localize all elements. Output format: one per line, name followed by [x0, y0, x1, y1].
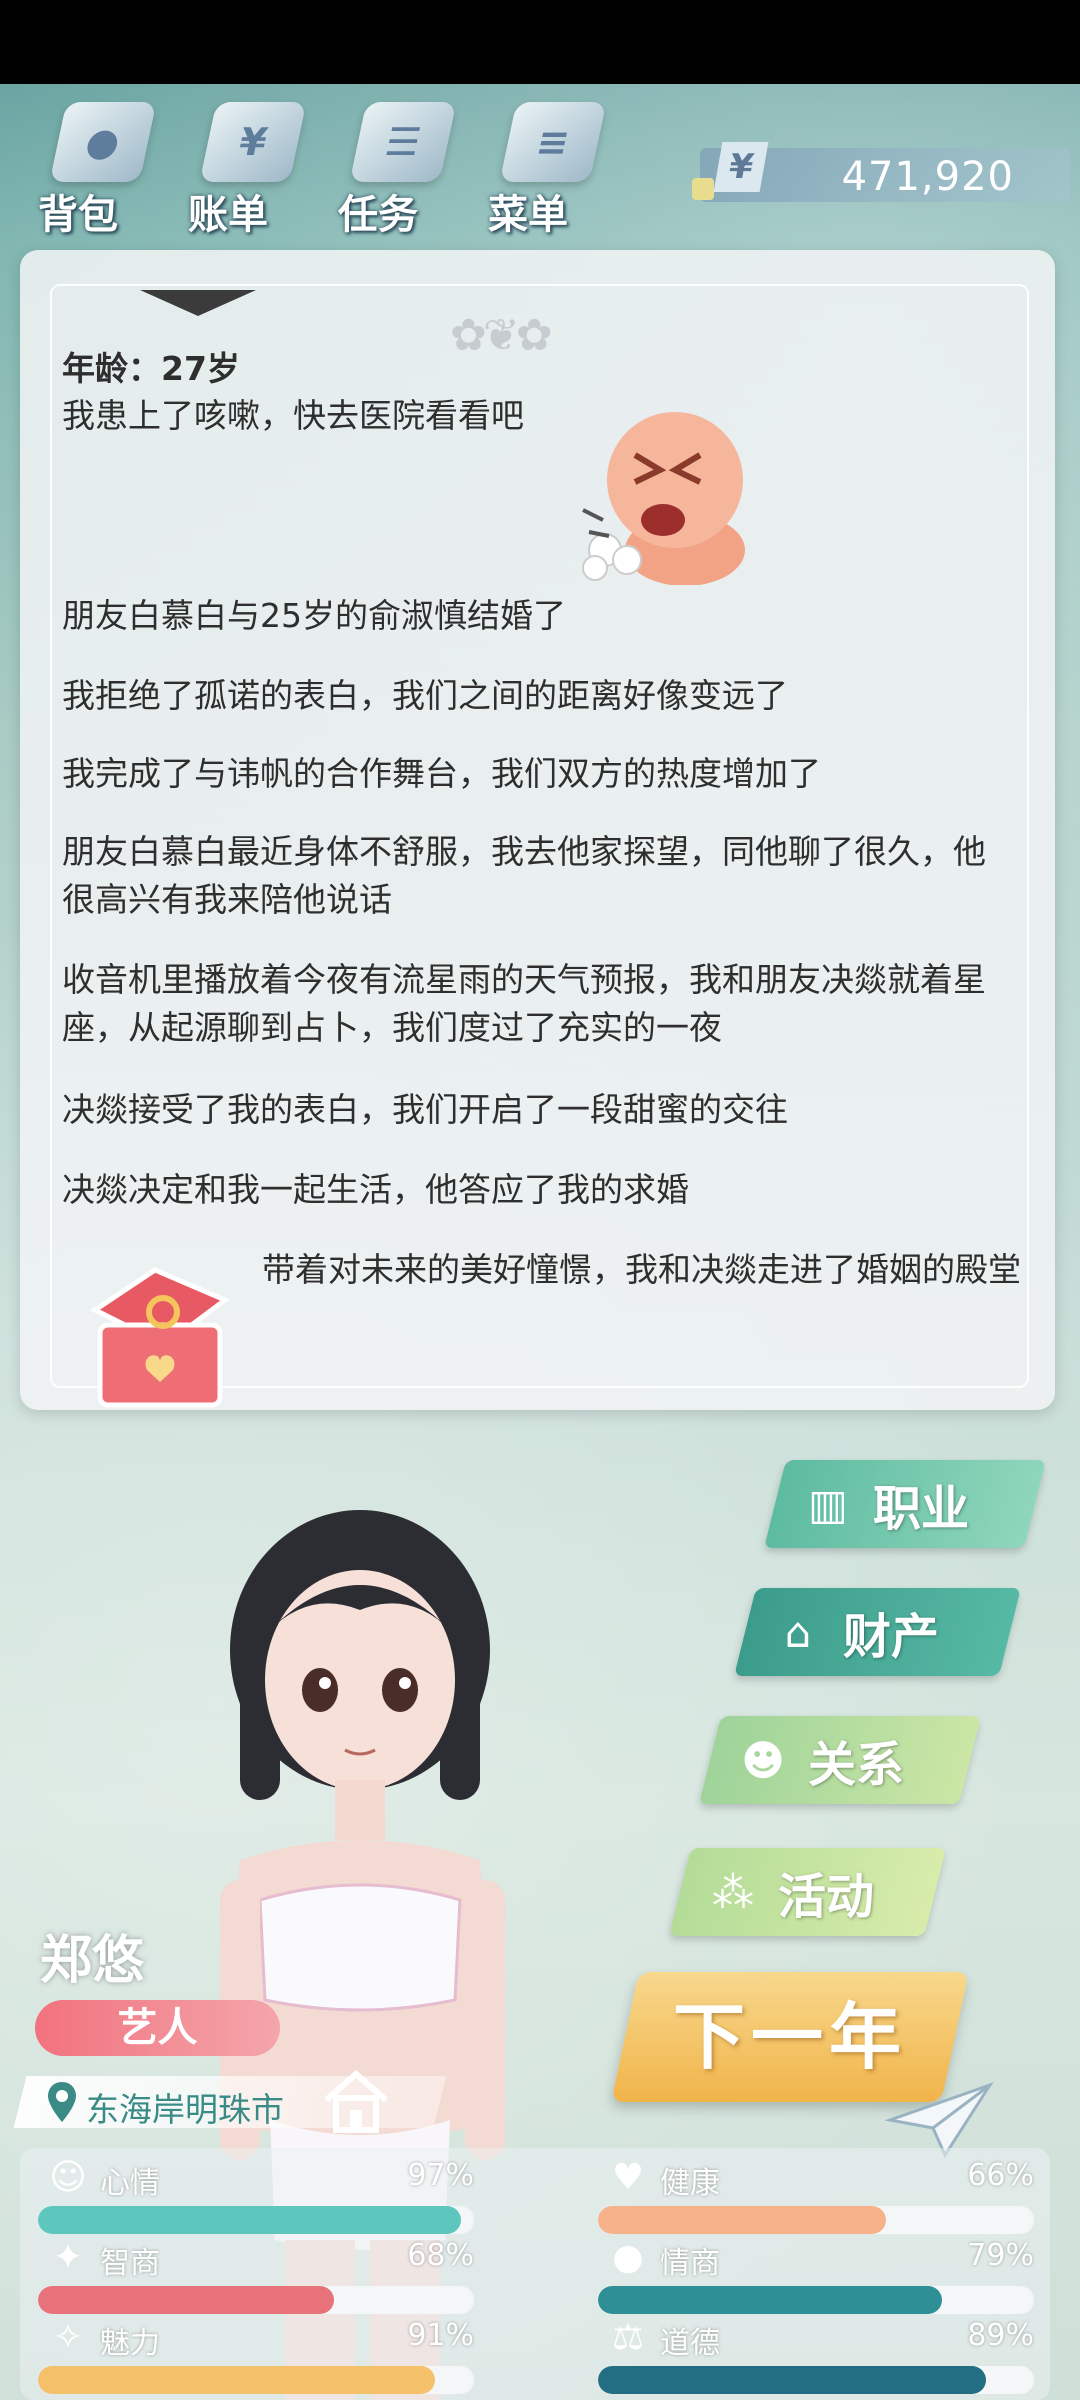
sparkle-icon: ✧: [52, 2317, 84, 2358]
heart-icon: ♥: [611, 2157, 645, 2198]
lightbulb-icon: ✦: [52, 2237, 84, 2278]
task-icon: ☰: [349, 102, 457, 182]
stat-label: 心情: [100, 2166, 160, 2201]
status-bar: [0, 0, 1080, 84]
activity-button[interactable]: ⁂ 活动: [669, 1848, 946, 1936]
career-button[interactable]: ▥ 职业: [764, 1460, 1046, 1548]
stat-iq: ✦ 智商 68%: [38, 2237, 474, 2314]
stat-track: [38, 2206, 474, 2234]
bill-label: 账单: [188, 192, 268, 238]
job-badge: 艺人: [35, 2000, 280, 2056]
stat-fill: [38, 2366, 435, 2394]
bill-icon: ¥: [199, 102, 307, 182]
stat-value: 68%: [407, 2238, 474, 2273]
stat-label: 道德: [660, 2326, 720, 2361]
stat-track: [38, 2286, 474, 2314]
character-name: 郑悠: [40, 1931, 145, 1991]
stat-label: 智商: [100, 2246, 160, 2281]
stat-fill: [598, 2366, 987, 2394]
home-icon[interactable]: [320, 2066, 392, 2138]
stat-track: [38, 2366, 474, 2394]
smile-icon: ☺: [49, 2157, 87, 2198]
stat-fill: [598, 2286, 943, 2314]
bill-button[interactable]: ¥ 账单: [180, 90, 320, 240]
activity-label: 活动: [778, 1869, 875, 1925]
stat-value: 97%: [407, 2158, 474, 2193]
location-text: 东海岸明珠市: [86, 2090, 284, 2129]
menu-icon: ≡: [499, 102, 607, 182]
people-icon: ☻: [741, 1735, 785, 1785]
log-entry: 我完成了与讳帆的合作舞台，我们双方的热度增加了: [62, 754, 821, 793]
career-label: 职业: [873, 1481, 970, 1537]
backpack-button[interactable]: ● 背包: [30, 90, 170, 240]
stat-health: ♥ 健康 66%: [598, 2157, 1034, 2234]
asset-button[interactable]: ⌂ 财产: [734, 1588, 1021, 1676]
log-entry: 朋友白慕白最近身体不舒服，我去他家探望，同他聊了很久，他很高兴有我来陪他说话: [62, 832, 986, 919]
log-entry: 我拒绝了孤诺的表白，我们之间的距离好像变远了: [62, 676, 788, 715]
stat-fill: [38, 2286, 335, 2314]
ring-box-icon: [90, 1267, 230, 1408]
menu-button[interactable]: ≡ 菜单: [480, 90, 620, 240]
stat-value: 89%: [967, 2318, 1034, 2353]
backpack-icon: ●: [49, 102, 157, 182]
ornament-icon: ✿❦✿: [450, 310, 553, 361]
asset-label: 财产: [843, 1609, 940, 1665]
house-icon: ⌂: [784, 1607, 812, 1657]
activity-icon: ⁂: [712, 1867, 754, 1917]
bar-chart-icon: ▥: [808, 1479, 848, 1529]
money-value: 471,920: [841, 154, 1014, 200]
yen-icon: ¥: [713, 142, 769, 192]
stat-track: [598, 2206, 1034, 2234]
apple-icon: ●: [612, 2237, 644, 2278]
log-entry: 朋友白慕白与25岁的俞淑慎结婚了: [62, 596, 566, 635]
stat-label: 魅力: [100, 2326, 160, 2361]
stat-charm: ✧ 魅力 91%: [38, 2317, 474, 2394]
log-entry: 收音机里播放着今夜有流星雨的天气预报，我和朋友决燚就着星座，从起源聊到占卜，我们…: [62, 960, 986, 1047]
age-label: 年龄：27岁: [62, 349, 240, 388]
stat-fill: [598, 2206, 886, 2234]
log-entry: 决燚决定和我一起生活，他答应了我的求婚: [62, 1170, 689, 1209]
cough-icon: [582, 412, 745, 585]
money-display: ¥ 471,920: [692, 142, 1070, 202]
relationship-button[interactable]: ☻ 关系: [699, 1716, 981, 1804]
stat-track: [598, 2366, 1034, 2394]
location-pin-icon: [48, 2082, 76, 2122]
stat-moral: ⚖ 道德 89%: [598, 2317, 1034, 2394]
stat-track: [598, 2286, 1034, 2314]
stat-label: 健康: [660, 2166, 720, 2201]
task-button[interactable]: ☰ 任务: [330, 90, 470, 240]
scales-icon: ⚖: [611, 2317, 645, 2358]
stat-fill: [38, 2206, 461, 2234]
menu-label: 菜单: [488, 192, 568, 238]
collapse-arrow-icon[interactable]: [140, 290, 256, 316]
stat-label: 情商: [660, 2246, 720, 2281]
stat-mood: ☺ 心情 97%: [38, 2157, 474, 2234]
log-entry: 决燚接受了我的表白，我们开启了一段甜蜜的交往: [62, 1090, 788, 1129]
stat-value: 91%: [407, 2318, 474, 2353]
task-label: 任务: [338, 192, 418, 238]
log-entry: 带着对未来的美好憧憬，我和决燚走进了婚姻的殿堂: [262, 1250, 1021, 1289]
relationship-label: 关系: [808, 1737, 905, 1793]
stat-value: 79%: [967, 2238, 1034, 2273]
backpack-label: 背包: [38, 192, 118, 238]
log-entry: 我患上了咳嗽，快去医院看看吧: [62, 396, 524, 435]
stat-eq: ● 情商 79%: [598, 2237, 1034, 2314]
stat-value: 66%: [967, 2158, 1034, 2193]
coin-icon: [692, 178, 714, 200]
